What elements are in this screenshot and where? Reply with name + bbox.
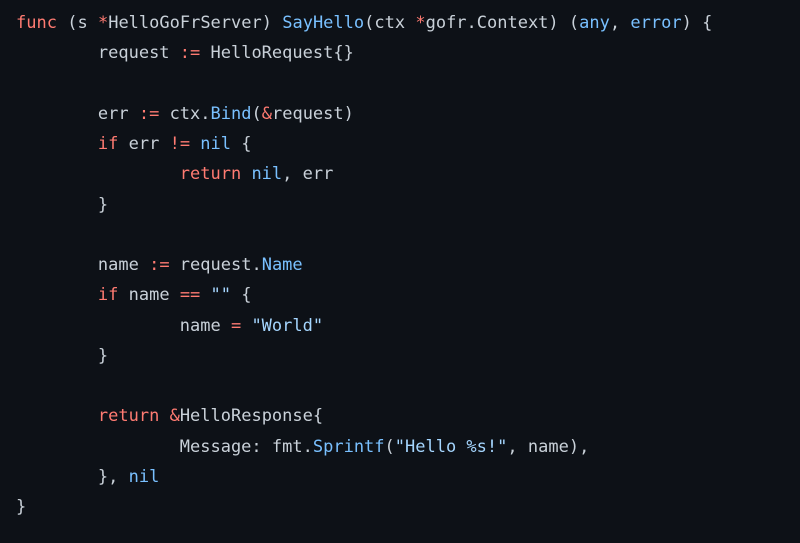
string-empty: "" [211, 285, 231, 305]
return-any: any [579, 13, 610, 33]
var-name: name [98, 255, 139, 275]
return-error: error [630, 13, 681, 33]
prop-name: Name [262, 255, 303, 275]
keyword-return: return [180, 164, 241, 184]
type-helloresponse: HelloResponse [180, 406, 313, 426]
keyword-func: func [16, 13, 57, 33]
keyword-if: if [98, 134, 118, 154]
func-sprintf: Sprintf [313, 437, 385, 457]
receiver-name: s [77, 13, 87, 33]
var-err: err [98, 104, 129, 124]
type-hellorequest: HelloRequest [211, 43, 334, 63]
method-bind: Bind [211, 104, 252, 124]
param-type: gofr.Context [426, 13, 549, 33]
param-ctx: ctx [374, 13, 405, 33]
method-name: SayHello [282, 13, 364, 33]
string-hello-fmt: "Hello %s!" [395, 437, 508, 457]
receiver-type: HelloGoFrServer [108, 13, 262, 33]
string-world: "World" [251, 316, 323, 336]
nil-literal: nil [200, 134, 231, 154]
code-block: func (s *HelloGoFrServer) SayHello(ctx *… [16, 8, 784, 522]
field-message: Message [180, 437, 252, 457]
var-request: request [98, 43, 170, 63]
